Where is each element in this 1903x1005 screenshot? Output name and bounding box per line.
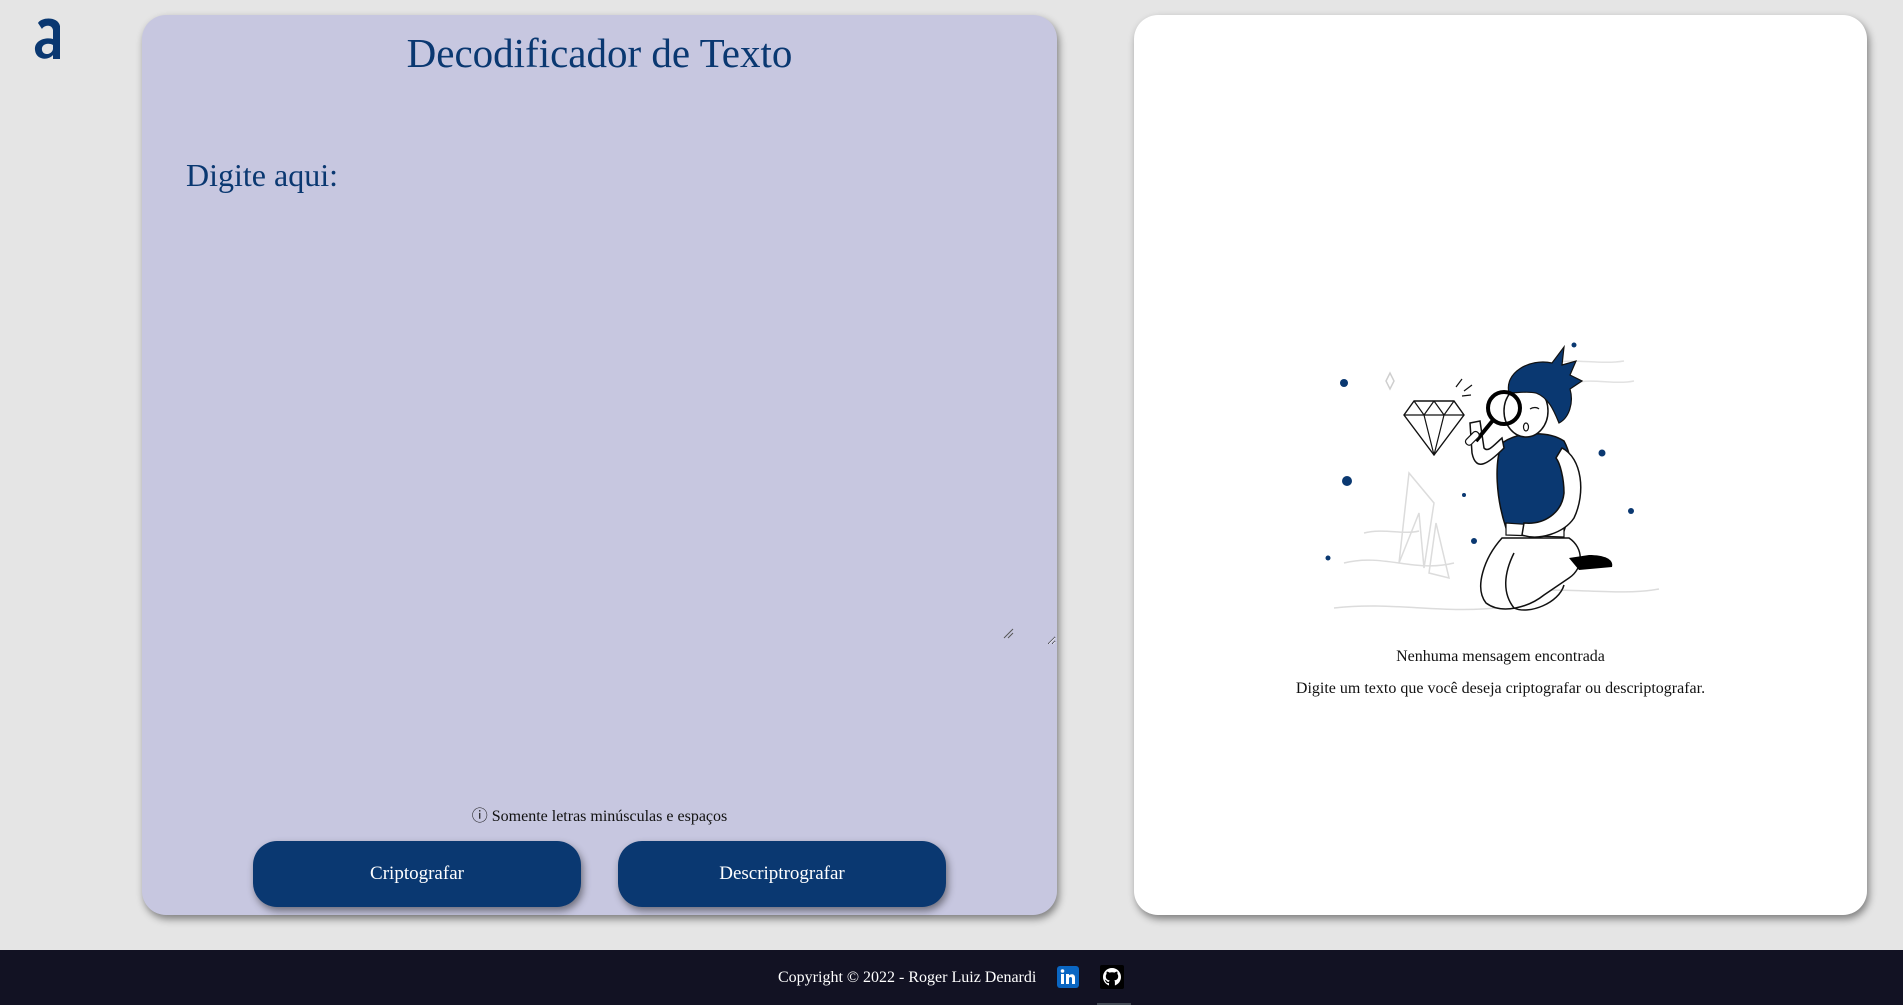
encoder-panel: Decodificador de Texto ⓘ Somente letras … bbox=[142, 15, 1057, 915]
copyright-text: Copyright © 2022 - Roger Luiz Denardi bbox=[778, 969, 1037, 986]
alura-logo-icon[interactable] bbox=[32, 14, 66, 64]
person-with-magnifying-glass-diamond-illustration bbox=[1325, 342, 1660, 611]
decrypt-button[interactable]: Descriptrografar bbox=[618, 841, 946, 907]
linkedin-icon[interactable] bbox=[1057, 966, 1079, 988]
output-panel: Nenhuma mensagem encontrada Digite um te… bbox=[1134, 15, 1867, 915]
resize-grip-icon[interactable] bbox=[1002, 627, 1014, 639]
page-title: Decodificador de Texto bbox=[406, 30, 793, 76]
empty-state-description: Digite um texto que você deseja criptogr… bbox=[1295, 680, 1706, 697]
empty-state-title: Nenhuma mensagem encontrada bbox=[1396, 648, 1605, 665]
message-input[interactable] bbox=[186, 145, 1056, 645]
footer: Copyright © 2022 - Roger Luiz Denardi bbox=[0, 950, 1903, 1005]
github-icon[interactable] bbox=[1100, 965, 1124, 989]
input-hint: ⓘ Somente letras minúsculas e espaços bbox=[471, 808, 728, 825]
encrypt-button[interactable]: Criptografar bbox=[253, 841, 581, 907]
app-root: Decodificador de Texto ⓘ Somente letras … bbox=[0, 0, 1903, 1005]
